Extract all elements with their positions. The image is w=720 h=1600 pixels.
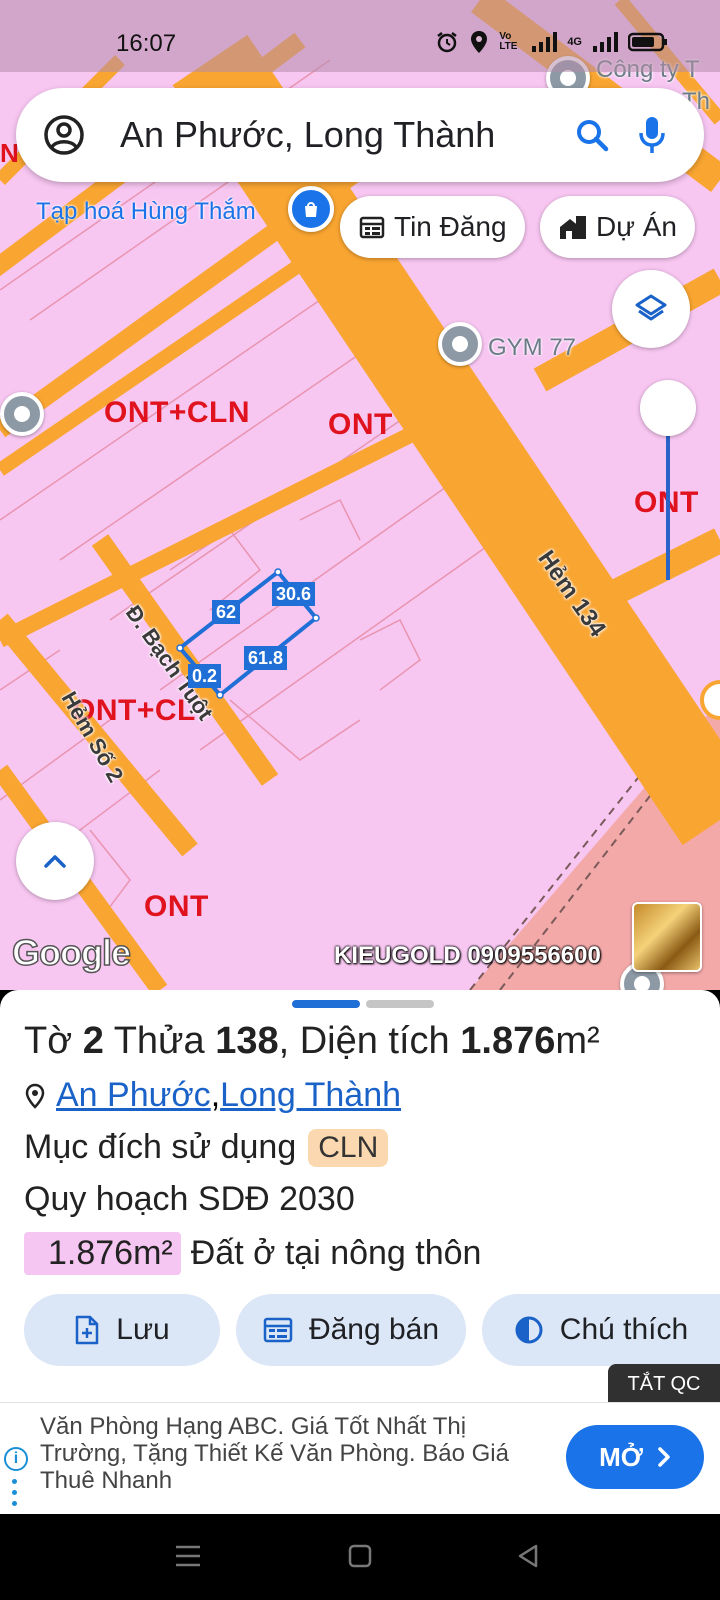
sheet-pager[interactable]	[292, 1000, 434, 1008]
thumbnail-image[interactable]	[632, 902, 702, 972]
shopping-bag-pin-icon[interactable]	[288, 186, 334, 232]
save-button[interactable]: Lưu	[24, 1294, 220, 1366]
chevron-right-icon	[658, 1447, 670, 1467]
district-link[interactable]: Long Thành	[220, 1076, 401, 1115]
poi-label-gym[interactable]: GYM 77	[488, 334, 576, 362]
signal-icon	[532, 32, 558, 52]
plan-area-badge: 1.876m²	[24, 1232, 181, 1275]
plot-prefix: Thửa	[103, 1020, 216, 1062]
land-purpose: Mục đích sử dụng CLN	[24, 1128, 389, 1167]
ad-text[interactable]: Văn Phòng Hạng ABC. Giá Tốt Nhất Thị Trư…	[40, 1413, 540, 1494]
parcel-dimension: 61.8	[244, 646, 288, 670]
voice-search-button[interactable]	[622, 105, 682, 165]
projects-chip[interactable]: Dự Án	[540, 196, 695, 258]
poi-pin-icon[interactable]	[0, 392, 44, 436]
alarm-icon	[437, 32, 458, 53]
location-pin-icon	[25, 1083, 45, 1109]
expand-up-button[interactable]	[16, 822, 94, 900]
land-purpose-label: Mục đích sử dụng	[24, 1128, 297, 1166]
parcel-dimension: 62	[212, 600, 241, 624]
buildings-icon	[560, 216, 586, 239]
battery-icon	[628, 32, 667, 52]
contrast-icon	[515, 1316, 543, 1344]
parcel-title: Tờ 2 Thửa 138, Diện tích 1.876m²	[24, 1020, 600, 1063]
sheet-number: 2	[82, 1020, 104, 1062]
area-unit: m²	[555, 1020, 600, 1062]
parcel-info-sheet[interactable]: Tờ 2 Thửa 138, Diện tích 1.876m² An Phướ…	[0, 990, 720, 1402]
location-separator: ,	[210, 1076, 221, 1114]
parcel-location: An Phước, Long Thành	[24, 1076, 401, 1115]
ward-link[interactable]: An Phước	[56, 1076, 211, 1115]
recents-button[interactable]	[166, 1534, 210, 1578]
sheet-prefix: Tờ	[24, 1020, 83, 1062]
home-button[interactable]	[338, 1534, 382, 1578]
sheet-page-indicator[interactable]	[292, 1000, 360, 1008]
calendar-icon	[263, 1317, 293, 1343]
land-purpose-badge: CLN	[308, 1128, 389, 1167]
parcel-dimension: 30.6	[272, 582, 316, 606]
status-icons: Vo LTE 4G	[435, 30, 668, 54]
status-time: 16:07	[116, 30, 177, 57]
layers-button[interactable]	[612, 270, 690, 348]
signal-icon	[593, 32, 618, 52]
layers-icon	[635, 294, 667, 321]
opacity-slider-handle[interactable]	[640, 380, 696, 436]
account-icon[interactable]	[42, 113, 86, 157]
search-input[interactable]: An Phước, Long Thành	[120, 114, 562, 156]
zone-label: ONT	[144, 890, 209, 923]
system-nav-bar	[0, 1514, 720, 1600]
ad-banner[interactable]: i Văn Phòng Hạng ABC. Giá Tốt Nhất Thị T…	[0, 1402, 720, 1514]
search-bar[interactable]: An Phước, Long Thành	[16, 88, 704, 182]
search-icon	[577, 120, 609, 152]
zone-label: ONT+CLN	[104, 396, 250, 429]
microphone-icon	[639, 117, 665, 153]
post-for-sale-button[interactable]: Đăng bán	[236, 1294, 466, 1366]
listings-chip-label: Tin Đăng	[394, 211, 507, 242]
zone-label: ONT	[328, 408, 393, 441]
square-icon	[348, 1544, 372, 1568]
plan-label: Quy hoạch SDĐ 2030	[24, 1180, 355, 1218]
ad-menu-icon[interactable]	[12, 1479, 18, 1509]
projects-chip-label: Dự Án	[596, 211, 677, 242]
legend-button[interactable]: Chú thích	[482, 1294, 720, 1366]
watermark-text: KIEUGOLD 0909556600	[334, 942, 601, 969]
ad-open-button[interactable]: MỞ	[566, 1425, 704, 1489]
map-view[interactable]: ONT+CLN ONT ONT ONT+CL ONT N Hẻm 134 Đ. …	[0, 0, 720, 990]
post-button-label: Đăng bán	[308, 1313, 440, 1346]
legend-button-label: Chú thích	[559, 1313, 689, 1346]
ad-open-label: MỞ	[599, 1441, 643, 1472]
status-bar: 16:07 Vo LTE 4G	[0, 0, 720, 72]
back-triangle-icon	[518, 1544, 538, 1568]
area-value: 1.876	[460, 1020, 556, 1062]
menu-icon	[176, 1545, 200, 1567]
hide-ads-button[interactable]: TẮT QC	[608, 1364, 720, 1404]
sheet-page-indicator[interactable]	[366, 1000, 434, 1008]
parcel-dimension: 0.2	[188, 664, 222, 688]
network-type: 4G	[567, 36, 582, 48]
location-icon	[471, 31, 488, 53]
back-button[interactable]	[506, 1534, 550, 1578]
area-prefix: , Diện tích	[278, 1020, 461, 1062]
calendar-icon	[359, 216, 385, 239]
plan-use-label: Đất ở tại nông thôn	[190, 1234, 482, 1272]
ad-info-icon[interactable]: i	[4, 1447, 28, 1471]
volte-icon: Vo LTE	[499, 31, 518, 52]
chevron-up-icon	[44, 855, 66, 868]
opacity-slider-track[interactable]	[666, 420, 670, 580]
plan-area-row: 1.876m² Đất ở tại nông thôn	[24, 1232, 481, 1275]
search-button[interactable]	[562, 105, 622, 165]
gym-pin-icon[interactable]	[438, 322, 482, 366]
file-add-icon	[76, 1315, 99, 1345]
plot-number: 138	[215, 1020, 279, 1062]
save-button-label: Lưu	[116, 1313, 170, 1346]
google-logo: Google	[11, 931, 132, 974]
listings-chip[interactable]: Tin Đăng	[340, 196, 525, 258]
poi-label-hung-tham[interactable]: Tạp hoá Hùng Thắm	[36, 198, 256, 226]
